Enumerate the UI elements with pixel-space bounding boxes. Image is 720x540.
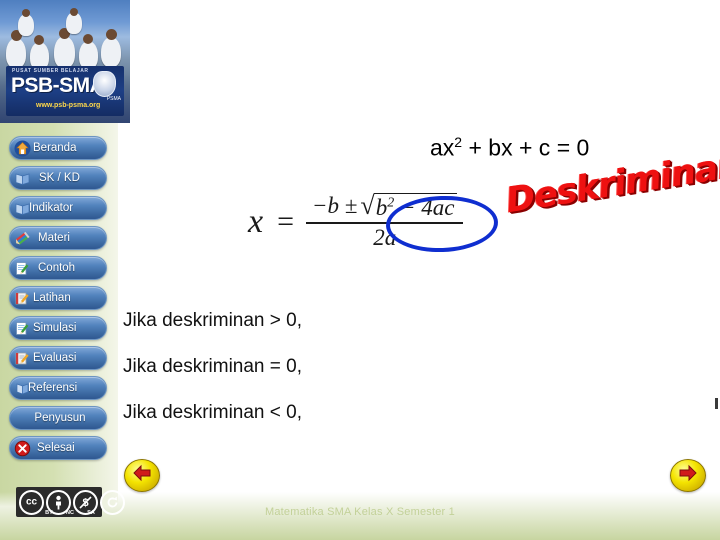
quadratic-equation-heading: ax2 + bx + c = 0	[430, 134, 589, 162]
psb-sma-logo: PUSAT SUMBER BELAJAR PSB-SMA www.psb-psm…	[0, 0, 130, 123]
prev-slide-button[interactable]	[124, 459, 160, 492]
book-blue-icon	[14, 380, 31, 397]
cc-term: SA	[87, 510, 95, 516]
logo-seal-sub: PSMA	[106, 96, 121, 102]
condition-list: Jika deskriminan > 0, Jika deskriminan =…	[123, 310, 543, 448]
sidebar-item-latihan[interactable]: Latihan	[9, 286, 107, 310]
pencils-icon	[14, 230, 31, 247]
equation-rest: + bx + c = 0	[462, 134, 590, 161]
logo-url: www.psb-psma.org	[36, 102, 101, 109]
next-arrow-icon	[677, 464, 699, 487]
book-blue-icon	[14, 200, 31, 217]
sidebar-item-simulasi[interactable]: Simulasi	[9, 316, 107, 340]
slide-canvas: PUSAT SUMBER BELAJAR PSB-SMA www.psb-psm…	[0, 0, 720, 540]
sidebar-item-label: Referensi	[28, 382, 78, 394]
sidebar-item-selesai[interactable]: Selesai	[9, 436, 107, 460]
logo-band: PUSAT SUMBER BELAJAR PSB-SMA www.psb-psm…	[6, 66, 124, 116]
sidebar-item-label: Penyusun	[34, 412, 86, 424]
condition-line: Jika deskriminan > 0,	[123, 310, 302, 331]
cc-terms: BY NC SA	[42, 510, 98, 516]
sidebar-item-evaluasi[interactable]: Evaluasi	[9, 346, 107, 370]
square-root: √ b2 − 4ac	[360, 191, 458, 221]
equation-exponent: 2	[454, 134, 463, 150]
sidebar-item-contoh[interactable]: Contoh	[9, 256, 107, 280]
condition-line: Jika deskriminan < 0,	[123, 402, 302, 423]
sidebar-item-referensi[interactable]: Referensi	[9, 376, 107, 400]
notebook-pencil-icon	[14, 350, 31, 367]
sidebar-item-label: Evaluasi	[33, 352, 77, 364]
cc-sa-icon	[100, 489, 125, 515]
close-red-icon	[14, 440, 31, 457]
sidebar-menu: Beranda SK / KD Indikator Materi Contoh …	[9, 136, 109, 466]
sidebar-item-label: Selesai	[37, 442, 75, 454]
formula-lhs: x	[248, 202, 264, 240]
formula-equals: =	[277, 204, 295, 238]
sidebar-item-materi[interactable]: Materi	[9, 226, 107, 250]
radicand-b: b	[375, 195, 388, 220]
radicand-exponent: 2	[387, 195, 395, 211]
cc-term: NC	[66, 510, 74, 516]
sidebar-item-label: Indikator	[29, 202, 74, 214]
condition-line: Jika deskriminan = 0,	[123, 356, 302, 377]
sidebar-item-label: Beranda	[33, 142, 77, 154]
next-slide-button[interactable]	[670, 459, 706, 492]
numerator-prefix: −b ±	[312, 193, 358, 218]
sidebar-item-label: Contoh	[38, 262, 76, 274]
logo-photo: PUSAT SUMBER BELAJAR PSB-SMA www.psb-psm…	[0, 0, 130, 123]
prev-arrow-icon	[131, 464, 153, 487]
cc-mark: cc	[25, 496, 38, 508]
creative-commons-badge[interactable]: cc $ BY NC SA	[16, 487, 125, 517]
note-pencil-icon	[14, 260, 31, 277]
notebook-pencil-icon	[14, 290, 31, 307]
radical-sign-icon: √	[360, 191, 375, 220]
cc-term: BY	[45, 510, 53, 516]
sidebar-item-label: Materi	[38, 232, 70, 244]
equation-base: ax	[430, 134, 455, 161]
sidebar-item-beranda[interactable]: Beranda	[9, 136, 107, 160]
quadratic-formula: x = −b ± √ b2 − 4ac 2a	[248, 193, 464, 251]
right-edge-mark	[715, 398, 718, 409]
radicand: b2 − 4ac	[373, 193, 458, 221]
sidebar-item-label: SK / KD	[39, 172, 80, 184]
home-icon	[14, 140, 31, 157]
sidebar-item-sk-kd[interactable]: SK / KD	[9, 166, 107, 190]
book-blue-icon	[14, 170, 31, 187]
radicand-rest: − 4ac	[399, 195, 455, 220]
logo-title: PSB-SMA	[11, 74, 105, 97]
note-pencil-icon	[14, 320, 31, 337]
sidebar-item-label: Latihan	[33, 292, 71, 304]
sidebar-item-penyusun[interactable]: Penyusun	[9, 406, 107, 430]
logo-seal-icon	[93, 71, 116, 97]
cc-icon: cc	[19, 489, 44, 515]
formula-numerator: −b ± √ b2 − 4ac	[306, 193, 463, 222]
formula-fraction: −b ± √ b2 − 4ac 2a	[306, 193, 464, 251]
sidebar-item-label: Simulasi	[33, 322, 77, 334]
formula-denominator: 2a	[373, 224, 397, 250]
sidebar-item-indikator[interactable]: Indikator	[9, 196, 107, 220]
